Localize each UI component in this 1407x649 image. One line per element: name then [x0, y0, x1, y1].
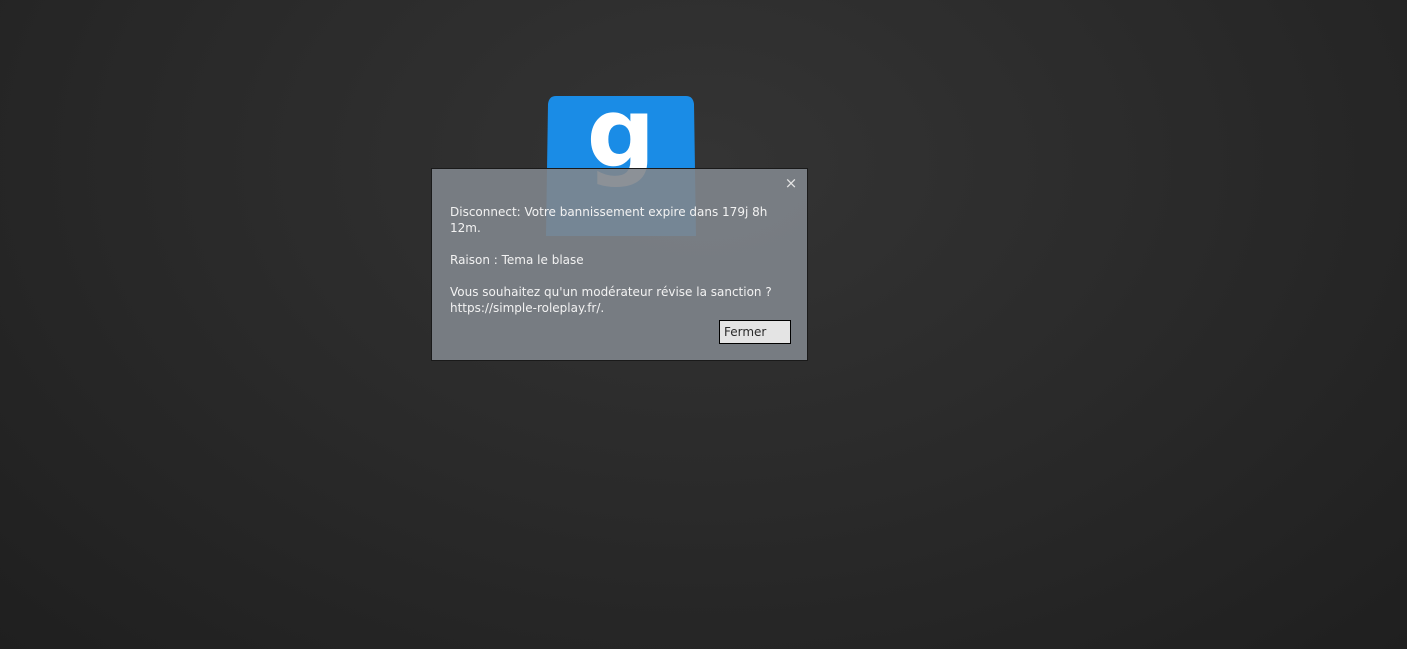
review-paragraph: Vous souhaitez qu'un modérateur révise l…: [450, 284, 795, 316]
dialog-message: Disconnect: Votre bannissement expire da…: [450, 204, 795, 316]
reason-line: Raison : Tema le blase: [450, 253, 584, 267]
appeal-url: https://simple-roleplay.fr/.: [450, 301, 605, 315]
disconnect-dialog: × Disconnect: Votre bannissement expire …: [431, 168, 808, 361]
disconnect-line: Disconnect: Votre bannissement expire da…: [450, 205, 768, 235]
fermer-button[interactable]: Fermer: [719, 320, 791, 344]
review-line: Vous souhaitez qu'un modérateur révise l…: [450, 285, 772, 299]
close-icon[interactable]: ×: [783, 175, 799, 191]
desktop-background: { "colors": { "logo_blue": "#1a8ce6", "d…: [0, 0, 1407, 649]
